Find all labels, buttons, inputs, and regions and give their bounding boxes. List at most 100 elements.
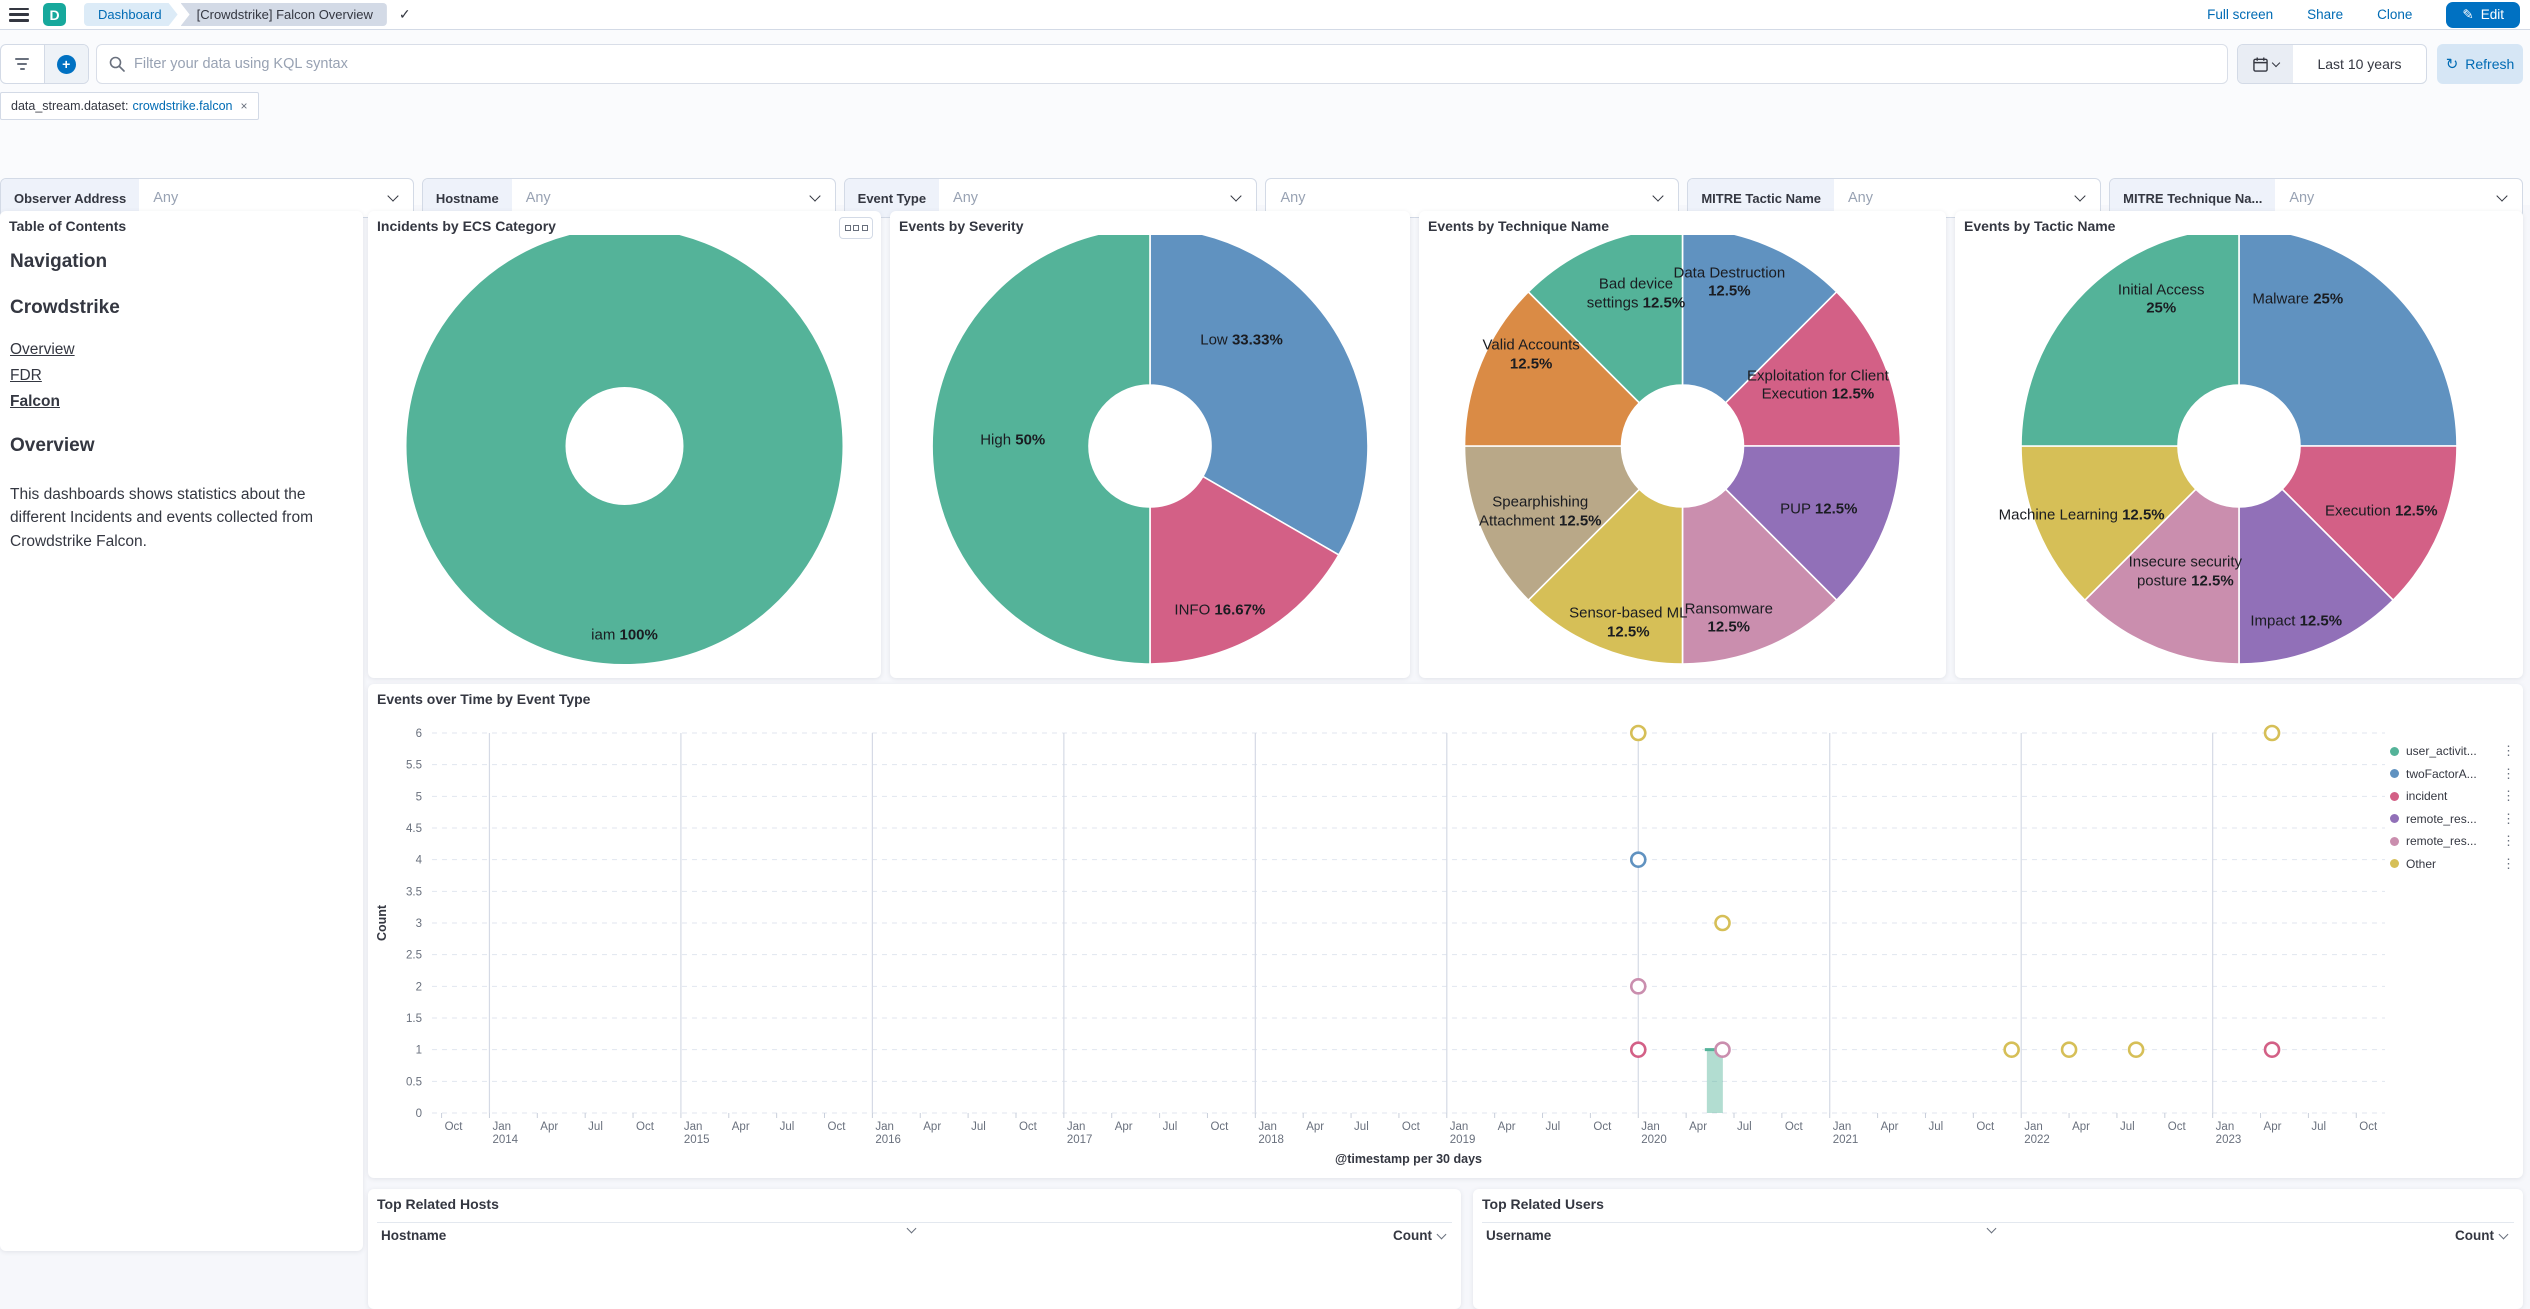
breadcrumb-current[interactable]: [Crowdstrike] Falcon Overview [181, 3, 387, 26]
toc-description: This dashboards shows statistics about t… [10, 483, 350, 553]
legend-item-menu-icon[interactable]: ⋮ [2502, 788, 2514, 804]
legend-item-menu-icon[interactable]: ⋮ [2502, 743, 2514, 759]
full-screen-button[interactable]: Full screen [2207, 7, 2273, 22]
svg-text:5.5: 5.5 [406, 760, 422, 772]
control-value: Any [139, 190, 389, 206]
svg-text:2017: 2017 [1067, 1134, 1093, 1146]
data-point [1631, 726, 1645, 740]
chevron-down-icon [1653, 190, 1664, 201]
legend-item[interactable]: remote_res...⋮ [2390, 830, 2514, 853]
svg-text:2023: 2023 [2216, 1134, 2242, 1146]
breadcrumb-dashboard[interactable]: Dashboard [84, 3, 178, 26]
calendar-icon [2253, 57, 2268, 72]
svg-text:2016: 2016 [875, 1134, 901, 1146]
sort-chevron[interactable] [908, 1228, 915, 1232]
legend-label: remote_res... [2406, 812, 2495, 826]
column-header-hostname[interactable]: Hostname [381, 1228, 446, 1243]
svg-text:Apr: Apr [1115, 1121, 1133, 1133]
panel-title: Events by Tactic Name [1964, 218, 2115, 234]
panel-title: Top Related Users [1482, 1196, 1604, 1212]
legend-swatch [2390, 814, 2399, 823]
svg-text:Jan: Jan [492, 1121, 511, 1133]
column-header-count[interactable]: Count [1393, 1228, 1445, 1243]
svg-text:Oct: Oct [1976, 1121, 1995, 1133]
panel-top-related-hosts: Top Related Hosts Hostname Count [368, 1189, 1461, 1309]
legend-item[interactable]: Other ⋮ [2390, 853, 2514, 876]
data-point [2265, 726, 2279, 740]
svg-text:Jan: Jan [1450, 1121, 1469, 1133]
data-point [1631, 979, 1645, 993]
date-picker: Last 10 years [2237, 44, 2427, 84]
svg-text:Oct: Oct [445, 1121, 464, 1133]
legend-label: incident [2406, 789, 2495, 803]
filter-pill[interactable]: data_stream.dataset: crowdstrike.falcon … [0, 92, 259, 120]
control-value: Any [2275, 190, 2498, 206]
toc-heading-navigation: Navigation [10, 251, 350, 273]
data-point [2062, 1043, 2076, 1057]
legend-item[interactable]: incident ⋮ [2390, 785, 2514, 808]
panel-top-related-users: Top Related Users Username Count [1473, 1189, 2523, 1309]
toc-link-fdr[interactable]: FDR [10, 367, 350, 385]
toc-panel: Table of Contents Navigation Crowdstrike… [0, 211, 363, 1251]
pie-slice[interactable] [486, 308, 763, 585]
column-header-count[interactable]: Count [2455, 1228, 2507, 1243]
legend-swatch [2390, 747, 2399, 756]
chevron-down-icon [387, 190, 398, 201]
toc-link-overview[interactable]: Overview [10, 341, 350, 359]
data-point [2265, 1043, 2279, 1057]
svg-text:2019: 2019 [1450, 1134, 1476, 1146]
panel-title: Events by Severity [899, 218, 1024, 234]
menu-icon[interactable] [9, 8, 29, 22]
space-avatar[interactable]: D [43, 3, 66, 26]
pie-slice[interactable] [2239, 235, 2457, 446]
pie-slice[interactable] [932, 235, 1150, 664]
svg-text:2.5: 2.5 [406, 950, 422, 962]
chevron-down-icon [1437, 1229, 1447, 1239]
svg-text:Oct: Oct [1019, 1121, 1038, 1133]
legend-item-menu-icon[interactable]: ⋮ [2502, 856, 2514, 872]
query-menu-group: + [0, 44, 89, 84]
edit-button[interactable]: ✎ Edit [2446, 2, 2520, 28]
clone-button[interactable]: Clone [2377, 7, 2412, 22]
panel-title: Events over Time by Event Type [377, 691, 590, 707]
chevron-down-icon [1987, 1224, 1997, 1234]
pie-slice[interactable] [2021, 235, 2239, 446]
svg-text:Oct: Oct [636, 1121, 655, 1133]
svg-text:Apr: Apr [1306, 1121, 1324, 1133]
chevron-down-icon [907, 1224, 917, 1234]
svg-text:Oct: Oct [828, 1121, 847, 1133]
legend-item[interactable]: remote_res... ⋮ [2390, 808, 2514, 831]
svg-text:Jul: Jul [971, 1121, 986, 1133]
saved-query-filter-button[interactable] [1, 45, 45, 83]
legend-item-menu-icon[interactable]: ⋮ [2502, 811, 2514, 827]
data-point [1716, 1043, 1730, 1057]
calendar-button[interactable] [2238, 45, 2293, 83]
time-range-value[interactable]: Last 10 years [2293, 56, 2426, 72]
panel-events-by-tactic-name: Events by Tactic Name Malware 25%Executi… [1955, 211, 2523, 678]
toc-link-falcon[interactable]: Falcon [10, 393, 350, 411]
legend-item[interactable]: twoFactorA...⋮ [2390, 763, 2514, 786]
legend-item-menu-icon[interactable]: ⋮ [2502, 766, 2514, 782]
share-button[interactable]: Share [2307, 7, 2343, 22]
legend-label: user_activit... [2406, 744, 2495, 758]
legend-label: Other [2406, 857, 2495, 871]
svg-text:Oct: Oct [1210, 1121, 1229, 1133]
legend-item[interactable]: user_activit... ⋮ [2390, 740, 2514, 763]
sort-chevron[interactable] [1988, 1228, 1995, 1232]
svg-text:Oct: Oct [2359, 1121, 2378, 1133]
legend-item-menu-icon[interactable]: ⋮ [2502, 833, 2514, 849]
svg-text:Apr: Apr [732, 1121, 750, 1133]
column-header-username[interactable]: Username [1486, 1228, 1551, 1243]
refresh-button[interactable]: ↻ Refresh [2437, 44, 2523, 84]
add-filter-button[interactable]: + [45, 45, 89, 83]
pencil-icon: ✎ [2462, 7, 2473, 23]
chart-legend: user_activit...⋮twoFactorA...⋮incident⋮r… [2390, 740, 2514, 875]
kql-search-bar [96, 44, 2228, 84]
svg-text:Oct: Oct [1785, 1121, 1804, 1133]
remove-filter-icon[interactable]: × [240, 99, 247, 113]
svg-text:Jan: Jan [875, 1121, 894, 1133]
kql-search-input[interactable] [134, 56, 2215, 72]
refresh-icon: ↻ [2446, 55, 2459, 73]
svg-text:Apr: Apr [1498, 1121, 1516, 1133]
svg-text:2: 2 [416, 981, 422, 993]
